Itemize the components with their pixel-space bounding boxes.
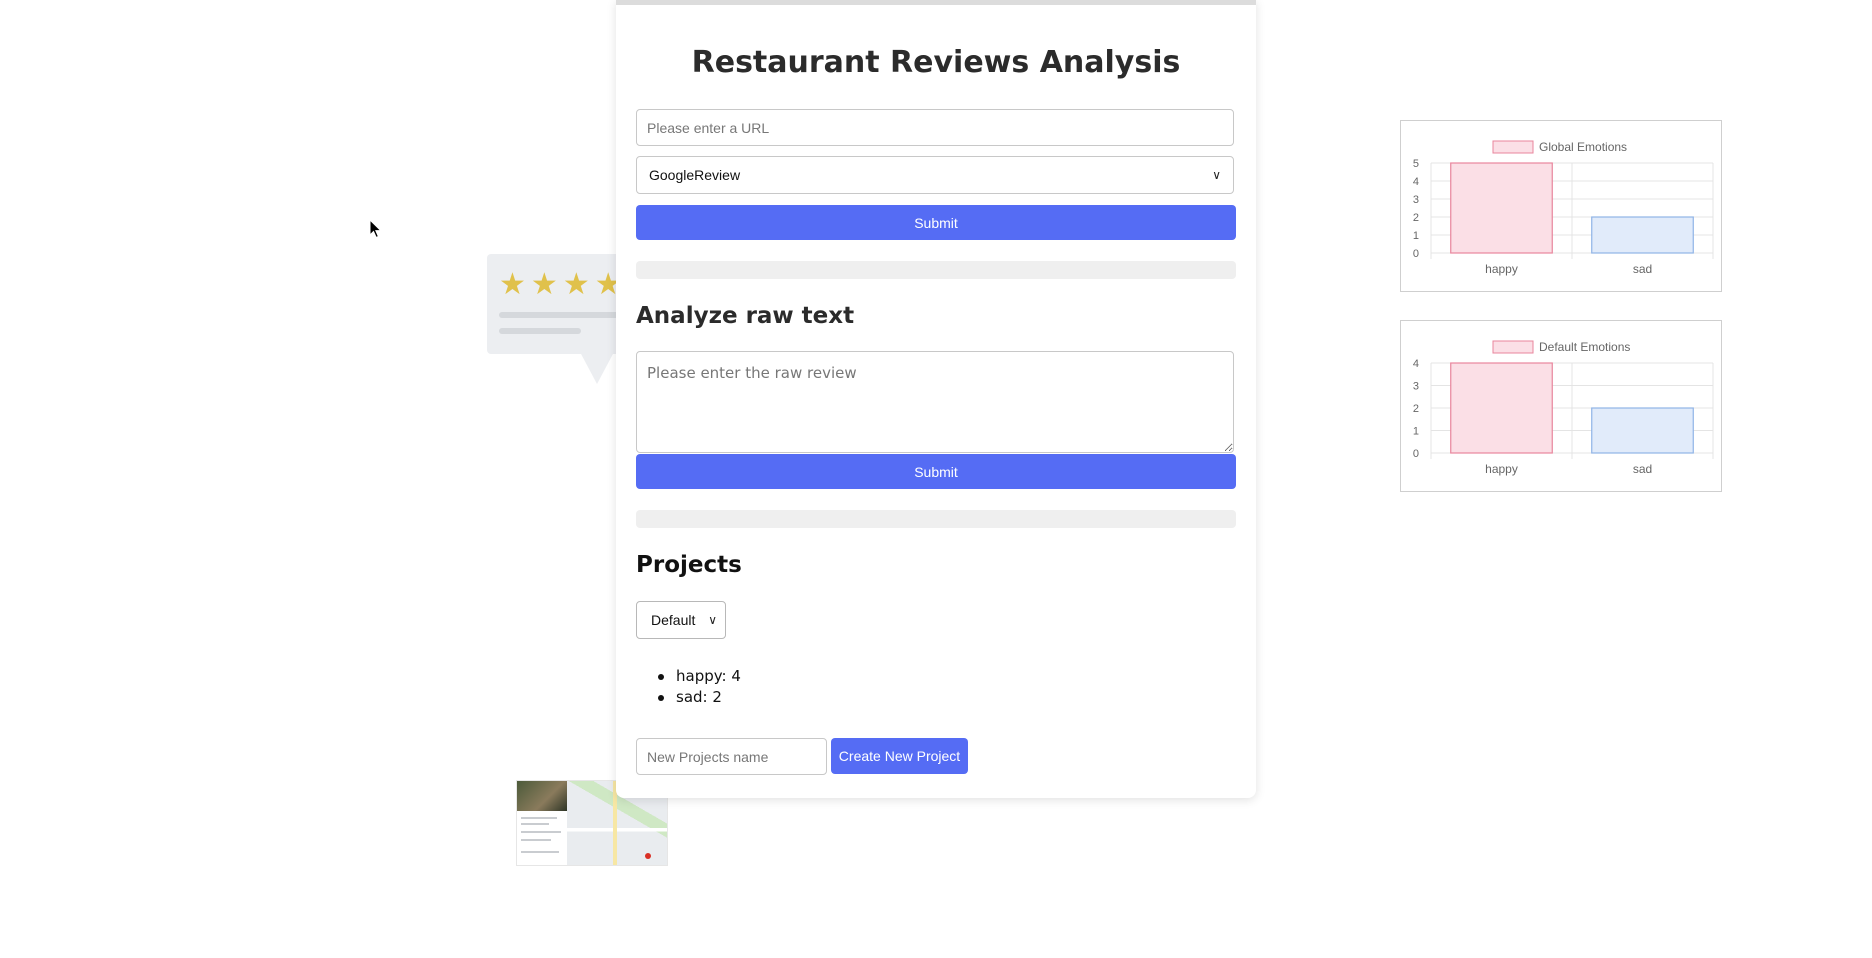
text-line-placeholder bbox=[499, 312, 619, 318]
global-emotions-chart: Global Emotions 0 1 2 3 4 5 happy sad bbox=[1400, 120, 1722, 292]
project-select[interactable]: Default ∨ bbox=[636, 601, 726, 639]
star-icon: ★ bbox=[530, 267, 558, 302]
bar-sad bbox=[1591, 216, 1694, 254]
new-project-name-input[interactable] bbox=[636, 738, 827, 775]
rating-stars: ★ ★ ★ ★ bbox=[499, 270, 622, 300]
bar-happy bbox=[1450, 162, 1553, 254]
raw-progress-bar bbox=[636, 510, 1236, 528]
source-select[interactable]: GoogleReview ∨ bbox=[636, 156, 1234, 194]
raw-submit-button[interactable]: Submit bbox=[636, 454, 1236, 489]
y-tick-label: 5 bbox=[1413, 158, 1419, 170]
raw-review-textarea[interactable] bbox=[636, 351, 1234, 453]
y-tick-label: 3 bbox=[1413, 194, 1419, 206]
projects-heading: Projects bbox=[636, 552, 742, 578]
chart-legend: Global Emotions bbox=[1492, 140, 1627, 154]
default-emotions-chart: Default Emotions 0 1 2 3 4 happy sad bbox=[1400, 320, 1722, 492]
text-line-placeholder bbox=[499, 328, 581, 334]
default-emotions-chart-svg: Default Emotions 0 1 2 3 4 happy sad bbox=[1413, 340, 1714, 476]
chevron-down-icon: ∨ bbox=[1212, 168, 1221, 182]
y-tick-label: 4 bbox=[1413, 358, 1419, 370]
create-project-button[interactable]: Create New Project bbox=[831, 738, 968, 774]
place-panel bbox=[517, 811, 567, 865]
bar-happy bbox=[1450, 362, 1553, 454]
y-tick-label: 0 bbox=[1413, 248, 1419, 260]
url-submit-button[interactable]: Submit bbox=[636, 205, 1236, 240]
url-input[interactable] bbox=[636, 109, 1234, 146]
star-icon: ★ bbox=[499, 267, 526, 302]
y-tick-label: 0 bbox=[1413, 448, 1419, 460]
y-tick-label: 2 bbox=[1413, 212, 1419, 224]
bubble-tail bbox=[580, 352, 614, 384]
global-emotions-chart-svg: Global Emotions 0 1 2 3 4 5 happy sad bbox=[1413, 140, 1714, 276]
url-progress-bar bbox=[636, 261, 1236, 279]
bar-sad bbox=[1591, 407, 1694, 454]
project-select-value: Default bbox=[651, 612, 696, 628]
restaurant-photo bbox=[517, 781, 567, 811]
legend-swatch bbox=[1492, 140, 1534, 154]
page-title: Restaurant Reviews Analysis bbox=[691, 45, 1181, 80]
review-illustration: ★ ★ ★ ★ bbox=[487, 254, 637, 354]
y-tick-label: 2 bbox=[1413, 403, 1419, 415]
legend-label: Default Emotions bbox=[1539, 340, 1630, 354]
x-tick-label: sad bbox=[1633, 462, 1652, 476]
x-tick-label: sad bbox=[1633, 262, 1652, 276]
chevron-down-icon: ∨ bbox=[708, 613, 717, 627]
legend-label: Global Emotions bbox=[1539, 140, 1627, 154]
main-card: Restaurant Reviews Analysis GoogleReview… bbox=[616, 0, 1256, 798]
y-tick-label: 4 bbox=[1413, 176, 1419, 188]
y-tick-label: 1 bbox=[1413, 230, 1419, 242]
y-tick-label: 1 bbox=[1413, 426, 1419, 438]
list-item: happy: 4 bbox=[658, 667, 741, 685]
source-select-value: GoogleReview bbox=[649, 167, 741, 183]
project-stats-list: happy: 4 sad: 2 bbox=[658, 666, 741, 708]
x-tick-label: happy bbox=[1485, 462, 1518, 476]
raw-text-heading: Analyze raw text bbox=[636, 303, 855, 329]
mouse-cursor-icon bbox=[369, 219, 383, 239]
map-pin-icon bbox=[645, 853, 651, 859]
star-icon: ★ bbox=[562, 267, 590, 302]
y-tick-label: 3 bbox=[1413, 381, 1419, 393]
list-item: sad: 2 bbox=[658, 687, 741, 708]
x-tick-label: happy bbox=[1485, 262, 1518, 276]
chart-legend: Default Emotions bbox=[1492, 340, 1630, 354]
legend-swatch bbox=[1492, 340, 1534, 354]
